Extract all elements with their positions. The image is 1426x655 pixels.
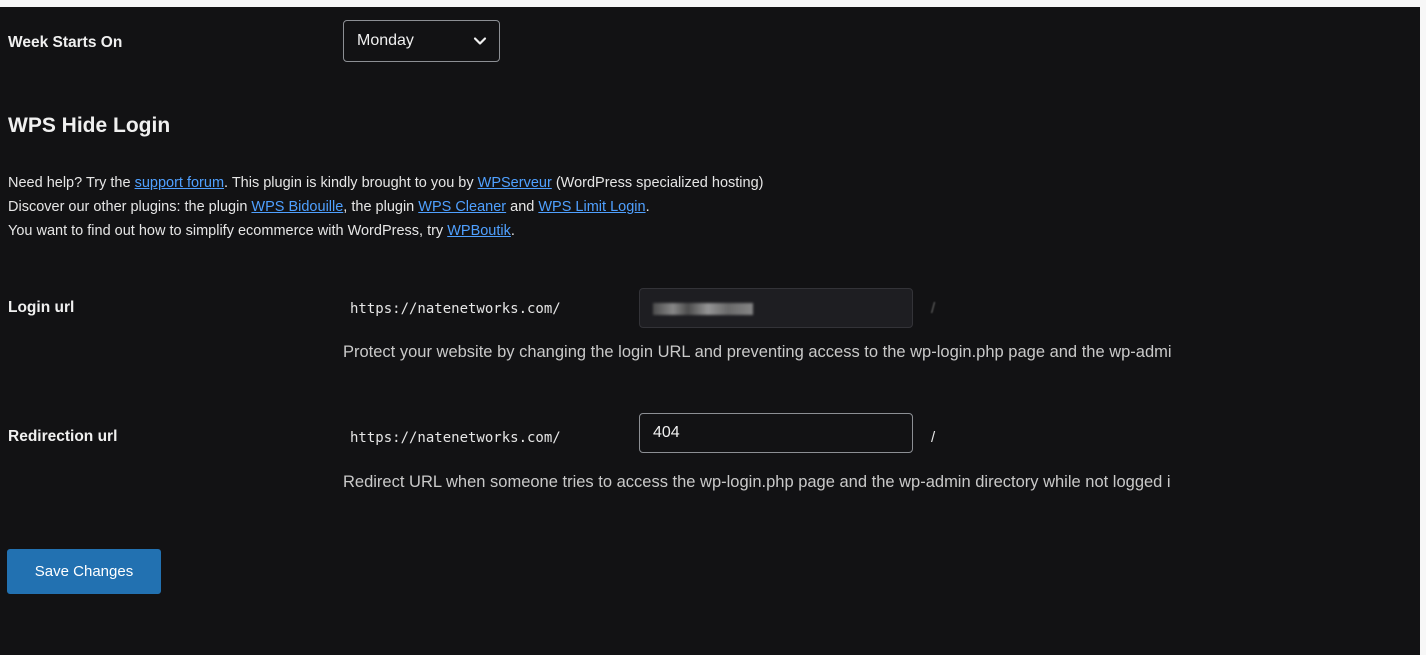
right-edge (1420, 0, 1426, 655)
week-starts-label: Week Starts On (8, 34, 123, 51)
info-text-segment: and (506, 199, 539, 215)
redirection-url-input[interactable] (639, 413, 913, 453)
info-line-2: Discover our other plugins: the plugin W… (8, 195, 763, 219)
info-text-segment: , the plugin (343, 199, 419, 215)
save-changes-button[interactable]: Save Changes (7, 549, 161, 594)
wps-limit-login-link[interactable]: WPS Limit Login (538, 199, 645, 215)
week-starts-select[interactable]: Monday (343, 20, 500, 62)
wps-cleaner-link[interactable]: WPS Cleaner (418, 199, 506, 215)
login-url-label: Login url (8, 299, 75, 316)
chevron-down-icon (473, 37, 487, 45)
info-text-segment: Need help? Try the (8, 175, 135, 191)
info-text-segment: . This plugin is kindly brought to you b… (224, 175, 478, 191)
login-url-description: Protect your website by changing the log… (343, 343, 1172, 361)
wpserveur-link[interactable]: WPServeur (478, 175, 552, 191)
info-line-3: You want to find out how to simplify eco… (8, 219, 763, 243)
redacted-login-slug (653, 303, 753, 315)
wpboutik-link[interactable]: WPBoutik (447, 223, 511, 239)
redirection-url-suffix: / (931, 429, 936, 446)
redirection-url-label: Redirection url (8, 428, 118, 445)
wps-bidouille-link[interactable]: WPS Bidouille (251, 199, 343, 215)
redirection-url-description: Redirect URL when someone tries to acces… (343, 473, 1171, 491)
plugin-info: Need help? Try the support forum. This p… (8, 171, 763, 243)
redirection-url-prefix: https://natenetworks.com/ (350, 430, 561, 446)
info-line-1: Need help? Try the support forum. This p… (8, 171, 763, 195)
info-text-segment: Discover our other plugins: the plugin (8, 199, 252, 215)
info-text-segment: . (510, 223, 515, 239)
section-title: WPS Hide Login (8, 114, 171, 137)
support-forum-link[interactable]: support forum (135, 175, 224, 191)
login-url-prefix: https://natenetworks.com/ (350, 301, 561, 317)
info-text-segment: You want to find out how to simplify eco… (8, 223, 448, 239)
week-starts-selected-value: Monday (357, 32, 414, 49)
info-text-segment: . (645, 199, 650, 215)
top-edge (0, 0, 1426, 7)
info-text-segment: (WordPress specialized hosting) (551, 175, 764, 191)
login-url-suffix: / (931, 300, 936, 317)
